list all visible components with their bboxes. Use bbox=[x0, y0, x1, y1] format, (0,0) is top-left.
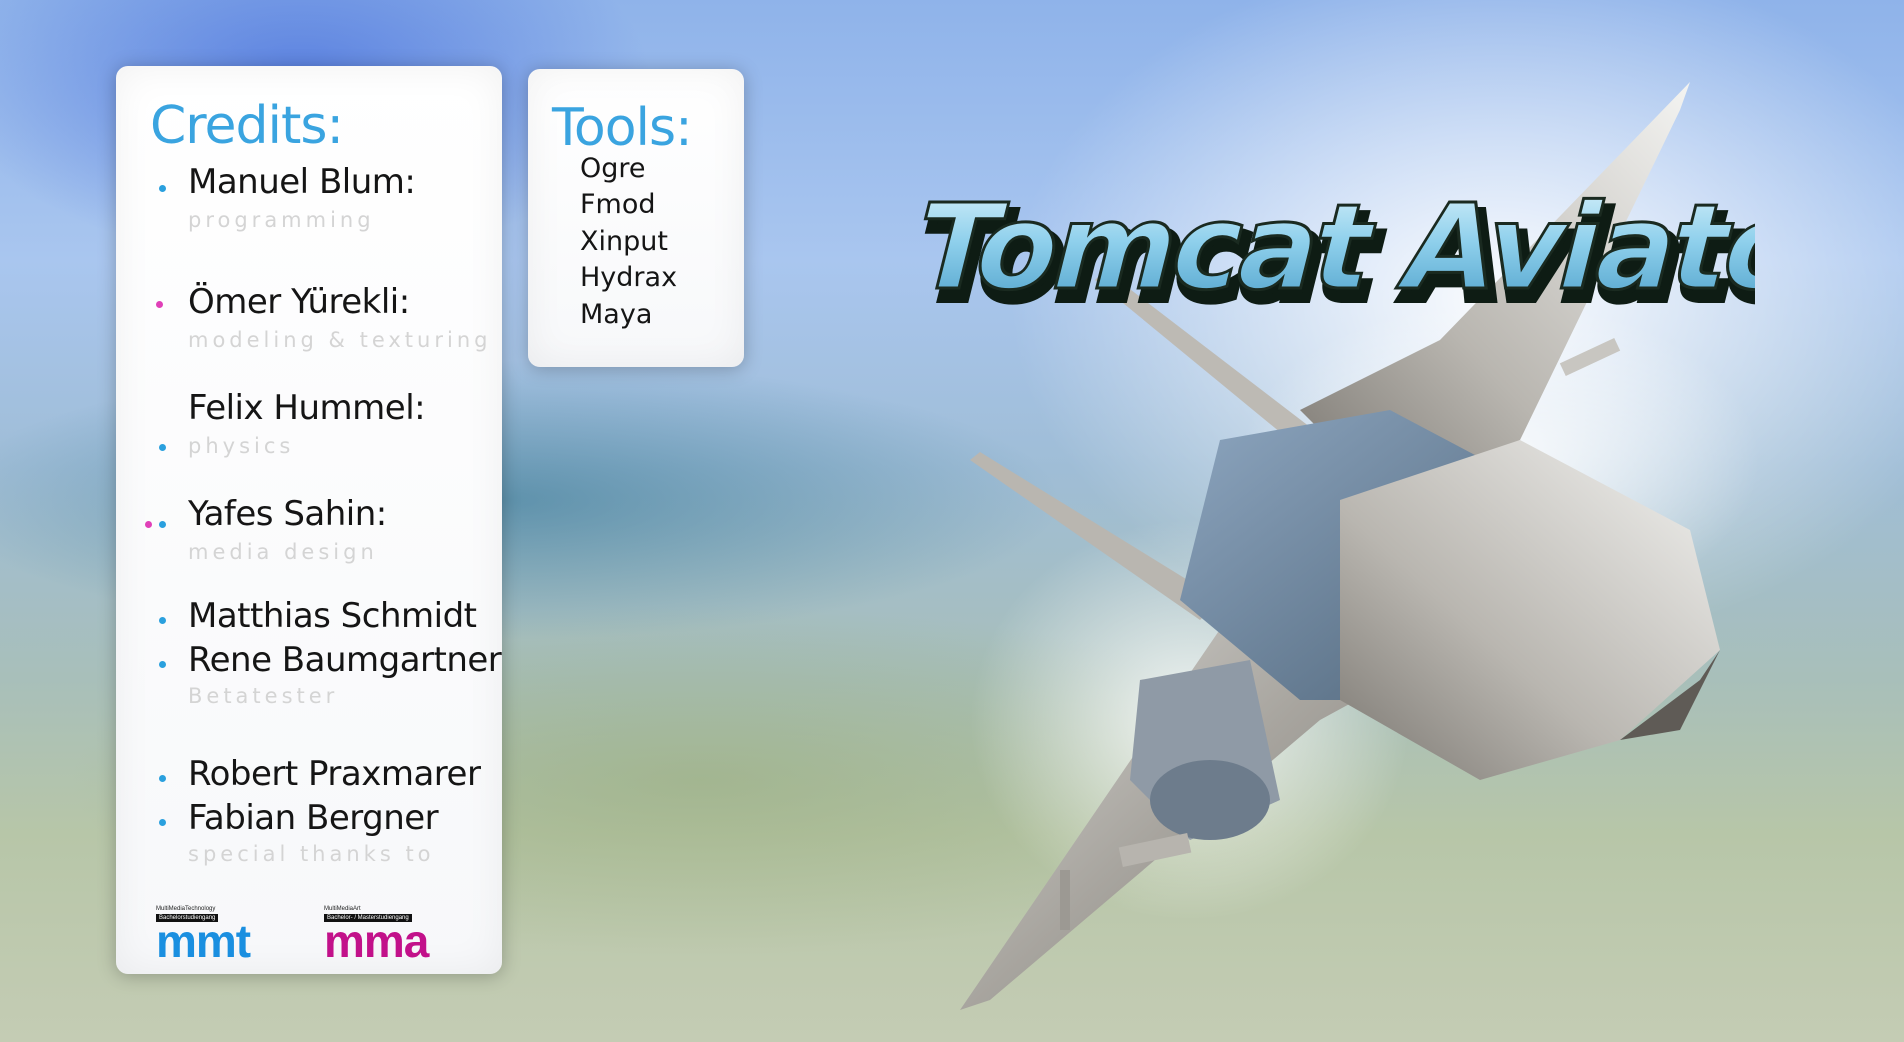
credit-role: Betatester bbox=[188, 684, 339, 708]
mma-logo-word: mma bbox=[324, 915, 429, 967]
bullet-icon bbox=[159, 819, 166, 826]
bullet-icon bbox=[156, 301, 163, 308]
tools-heading: Tools: bbox=[552, 98, 693, 158]
credit-name: Fabian Bergner bbox=[188, 798, 439, 838]
mmt-logo-program: MultiMediaTechnology bbox=[156, 906, 216, 912]
credit-role: special thanks to bbox=[188, 842, 435, 866]
credit-name: Manuel Blum: bbox=[188, 162, 416, 202]
tool-item: Ogre bbox=[580, 153, 646, 184]
credit-role: media design bbox=[188, 540, 378, 564]
credit-name: Rene Baumgartner bbox=[188, 640, 502, 680]
game-title-logo: Tomcat Aviator Tomcat Aviator bbox=[899, 178, 1755, 330]
tool-item: Xinput bbox=[580, 226, 668, 257]
bullet-icon bbox=[159, 661, 166, 668]
mmt-logo: MultiMediaTechnology Bachelorstudiengang… bbox=[156, 906, 306, 964]
tool-item: Hydrax bbox=[580, 262, 678, 293]
credit-role: physics bbox=[188, 434, 295, 458]
credit-name: Robert Praxmarer bbox=[188, 754, 481, 794]
bullet-icon bbox=[159, 444, 166, 451]
mma-logo: MultiMediaArt Bachelor- / Masterstudieng… bbox=[324, 906, 474, 964]
credit-name: Felix Hummel: bbox=[188, 388, 426, 428]
bullet-icon bbox=[145, 521, 152, 528]
credit-role: modeling & texturing bbox=[188, 328, 492, 352]
credit-name: Ömer Yürekli: bbox=[188, 282, 410, 322]
bullet-icon bbox=[159, 775, 166, 782]
bullet-icon bbox=[159, 185, 166, 192]
game-title-text: Tomcat Aviator bbox=[900, 180, 1755, 317]
mma-logo-program: MultiMediaArt bbox=[324, 906, 361, 912]
bullet-icon bbox=[159, 521, 166, 528]
credit-name: Yafes Sahin: bbox=[188, 494, 387, 534]
credit-role: programming bbox=[188, 208, 375, 232]
mmt-logo-word: mmt bbox=[156, 915, 251, 967]
credit-name: Matthias Schmidt bbox=[188, 596, 477, 636]
tool-item: Fmod bbox=[580, 189, 656, 220]
tool-item: Maya bbox=[580, 299, 653, 330]
bullet-icon bbox=[159, 617, 166, 624]
credits-heading: Credits: bbox=[150, 96, 344, 156]
